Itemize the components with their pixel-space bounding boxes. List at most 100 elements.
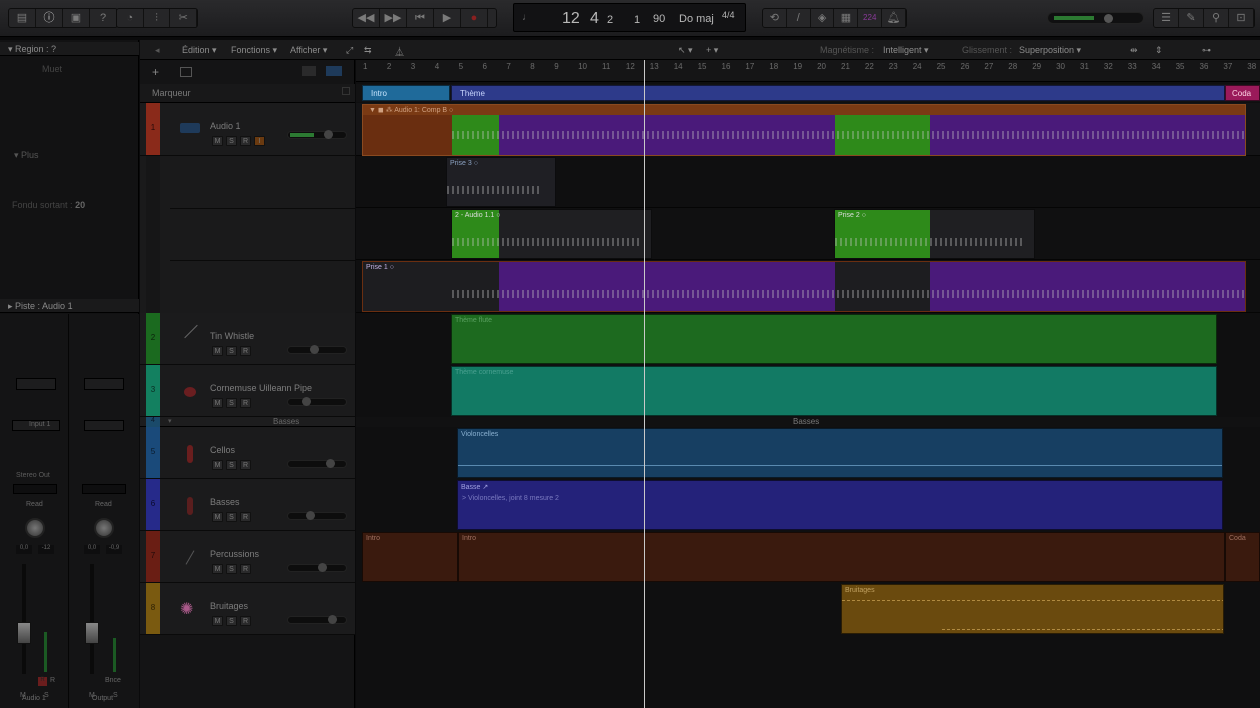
marker-theme[interactable]: Thème <box>451 85 1225 101</box>
drag-select[interactable]: Superposition ▾ <box>1019 45 1081 56</box>
input-slot[interactable]: Input 1 <box>12 420 60 431</box>
playhead[interactable] <box>644 60 645 708</box>
pencil-tool-icon[interactable]: + ▾ <box>706 45 718 56</box>
comp-region[interactable]: ▼ ◼ ⁂ Audio 1: Comp B ○ <box>362 104 1246 156</box>
catch-view-icon[interactable] <box>302 66 316 76</box>
output-input-slot[interactable] <box>84 420 124 431</box>
browser-icon[interactable]: ⊡ <box>1229 9 1254 27</box>
track-name[interactable]: Basses <box>210 497 240 507</box>
global-tracks-icon[interactable] <box>180 67 192 77</box>
to-start-icon[interactable]: ⏮ <box>407 9 434 27</box>
folder-disclosure-icon[interactable]: ▾ <box>168 417 172 425</box>
input-monitor-1[interactable]: R <box>50 677 55 684</box>
stereo-out-label[interactable]: Stereo Out <box>16 472 50 479</box>
region-perc-theme[interactable]: Intro <box>458 532 1225 582</box>
track-header-6[interactable]: 6 Basses MSR <box>140 479 355 531</box>
marker-coda[interactable]: Coda <box>1225 85 1260 101</box>
back-icon[interactable]: ◂ <box>155 45 160 56</box>
help-icon[interactable]: ? <box>90 9 117 27</box>
list-icon[interactable]: ☰ <box>1154 9 1179 27</box>
plus-header[interactable]: ▾ Plus <box>14 150 39 161</box>
track-name[interactable]: Bruitages <box>210 601 248 611</box>
rewind-icon[interactable]: ◀◀ <box>353 9 380 27</box>
send-slot-1[interactable] <box>13 484 57 494</box>
input-monitor-button[interactable]: I <box>254 136 265 146</box>
pointer-tool-icon[interactable]: ↖ ▾ <box>678 45 693 56</box>
track-name[interactable]: Percussions <box>210 549 259 559</box>
record-button[interactable]: R <box>240 346 251 356</box>
record-icon[interactable]: ● <box>461 9 488 27</box>
record-button[interactable]: R <box>240 512 251 522</box>
eq-slot-1[interactable] <box>16 378 56 390</box>
tuner-icon[interactable]: / <box>787 9 811 27</box>
pan-knob-2[interactable] <box>94 518 114 538</box>
cycle-icon[interactable]: ⟲ <box>763 9 787 27</box>
take-prise-3[interactable]: Prise 3 ○ <box>446 157 556 207</box>
solo-button[interactable]: S <box>226 346 237 356</box>
smart-controls-icon[interactable]: ◔ <box>117 9 144 27</box>
automation-read-2[interactable]: Read <box>95 501 112 508</box>
zoom-fit-icon[interactable]: ⇆ <box>364 45 372 56</box>
folder-name[interactable]: Basses <box>273 417 299 426</box>
loops-icon[interactable]: ⚲ <box>1204 9 1229 27</box>
save-icon[interactable]: ▣ <box>63 9 90 27</box>
metronome-toggle-icon[interactable]: 🔔︎ <box>882 9 906 27</box>
take-prise-2[interactable]: Prise 2 ○ <box>834 209 1035 259</box>
solo-button[interactable]: S <box>226 616 237 626</box>
bar-ruler[interactable]: 1 2 3 4 5 6 7 8 9 10 11 12 13 14 15 16 17 18 19 20 21 22 23 24 2… <box>356 60 1260 82</box>
counter-badge[interactable]: 224 <box>858 9 883 27</box>
add-track-icon[interactable]: + <box>152 65 159 79</box>
record-button[interactable]: R <box>240 616 251 626</box>
volume-2[interactable]: 0,0 <box>84 545 100 554</box>
solo-2[interactable]: S <box>113 692 118 699</box>
record-button[interactable]: R <box>240 136 251 146</box>
track-name[interactable]: Audio 1 <box>210 121 241 131</box>
take-prise-1[interactable]: Prise 1 ○ <box>362 261 1246 312</box>
snap-select[interactable]: Intelligent ▾ <box>883 45 929 56</box>
menu-afficher[interactable]: Afficher ▾ <box>290 45 327 56</box>
solo-mode-icon[interactable]: ◈ <box>811 9 835 27</box>
record-enable-1[interactable]: R <box>38 677 47 686</box>
region-tin-whistle[interactable]: Thème flute <box>451 314 1217 364</box>
volume-slider[interactable] <box>287 130 347 139</box>
lcd-display[interactable]: ♩ 12 4 2 1 90 Do maj 4/4 <box>513 3 746 32</box>
count-in-icon[interactable]: ▦ <box>834 9 859 27</box>
record-button[interactable]: R <box>240 564 251 574</box>
menu-fonctions[interactable]: Fonctions ▾ <box>231 45 277 56</box>
automation-read-1[interactable]: Read <box>26 501 43 508</box>
waveform-zoom-icon[interactable]: ⊶ <box>1202 45 1211 56</box>
record-button[interactable]: R <box>240 460 251 470</box>
track-name[interactable]: Cornemuse Uilleann Pipe <box>210 383 312 393</box>
mute-button[interactable]: M <box>212 564 223 574</box>
vertical-zoom-icon[interactable]: ⇕ <box>1155 45 1163 56</box>
fader-1[interactable] <box>17 622 31 644</box>
region-inspector-header[interactable]: ▾ Region : ? <box>0 42 139 56</box>
solo-button[interactable]: S <box>226 564 237 574</box>
region-perc-intro[interactable]: Intro <box>362 532 458 582</box>
region-violoncelles[interactable]: Violoncelles <box>457 428 1223 478</box>
track-inspector-header[interactable]: ▸ Piste : Audio 1 <box>0 299 139 313</box>
mute-button[interactable]: M <box>212 512 223 522</box>
fader-2[interactable] <box>85 622 99 644</box>
track-header-8[interactable]: 8 ✺ Bruitages MSR <box>140 583 355 635</box>
region-basse[interactable]: Basse ↗ > Violoncelles, joint 8 mesure 2 <box>457 480 1223 530</box>
region-bruitages[interactable]: Bruitages <box>841 584 1224 634</box>
volume-slider[interactable] <box>287 563 347 572</box>
menu-edition[interactable]: Édition ▾ <box>182 45 217 56</box>
eq-slot-2[interactable] <box>84 378 124 390</box>
region-perc-coda[interactable]: Coda <box>1225 532 1260 582</box>
pan-knob-1[interactable] <box>25 518 45 538</box>
volume-slider[interactable] <box>287 615 347 624</box>
solo-button[interactable]: S <box>226 512 237 522</box>
notes-icon[interactable]: ✎ <box>1179 9 1204 27</box>
volume-slider[interactable] <box>287 345 347 354</box>
mute-button[interactable]: M <box>212 616 223 626</box>
marker-add-icon[interactable] <box>342 87 350 95</box>
arrange-area[interactable]: 1 2 3 4 5 6 7 8 9 10 11 12 13 14 15 16 17 18 19 20 21 22 23 24 2… <box>356 60 1260 708</box>
marker-intro[interactable]: Intro <box>362 85 450 101</box>
inspector-icon[interactable]: ⓘ <box>36 9 63 27</box>
folder-header-basses[interactable]: 4 ▾ Basses <box>140 417 355 427</box>
solo-button[interactable]: S <box>226 460 237 470</box>
marker-track-header[interactable]: Marqueur <box>140 84 355 103</box>
volume-slider[interactable] <box>287 459 347 468</box>
